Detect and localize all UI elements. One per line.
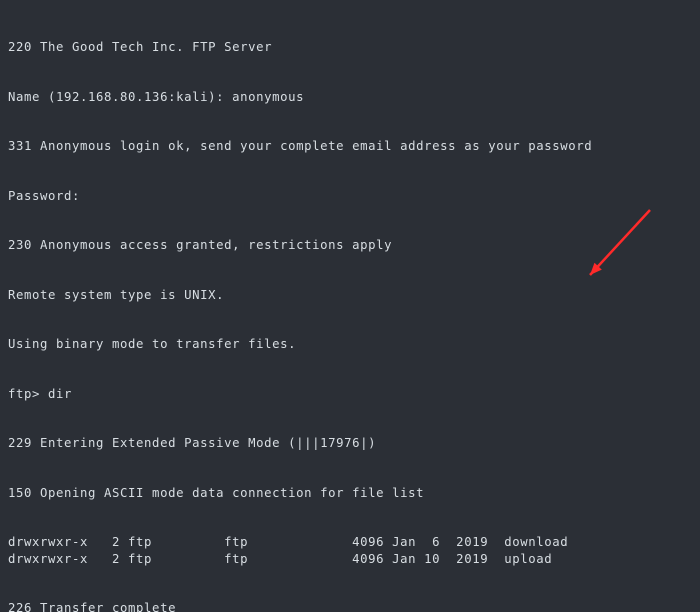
login-prompt: Name (192.168.80.136:kali): anonymous [8, 89, 692, 106]
access-granted: 230 Anonymous access granted, restrictio… [8, 237, 692, 254]
login-ok: 331 Anonymous login ok, send your comple… [8, 138, 692, 155]
listing-row: drwxrwxr-x 2 ftp ftp 4096 Jan 10 2019 up… [8, 551, 692, 568]
prompt-line-1: ftp> dir [8, 386, 692, 403]
cmd-dir-1: dir [48, 387, 72, 401]
passive-mode-1: 229 Entering Extended Passive Mode (|||1… [8, 435, 692, 452]
terminal-output[interactable]: 220 The Good Tech Inc. FTP Server Name (… [0, 0, 700, 612]
binary-mode: Using binary mode to transfer files. [8, 336, 692, 353]
ftp-banner: 220 The Good Tech Inc. FTP Server [8, 39, 692, 56]
opening-data-1: 150 Opening ASCII mode data connection f… [8, 485, 692, 502]
transfer-complete-1: 226 Transfer complete [8, 600, 692, 612]
listing-row: drwxrwxr-x 2 ftp ftp 4096 Jan 6 2019 dow… [8, 534, 692, 551]
password-label: Password: [8, 188, 692, 205]
remote-system: Remote system type is UNIX. [8, 287, 692, 304]
